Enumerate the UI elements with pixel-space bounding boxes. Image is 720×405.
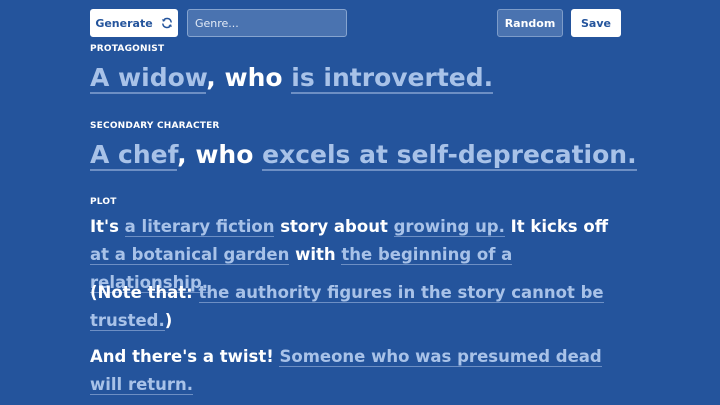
random-button[interactable]: Random	[497, 9, 563, 37]
plot-text: with	[289, 245, 342, 264]
plot-text: (Note that:	[90, 283, 199, 302]
plot-text: )	[164, 311, 173, 330]
protagonist-joiner: , who	[206, 63, 292, 92]
protagonist-who[interactable]: A widow	[90, 63, 207, 94]
story-generator-page: Generate Random Save PROTAGONIST A widow…	[0, 0, 720, 405]
secondary-who[interactable]: A chef	[90, 140, 178, 171]
genre-input[interactable]	[187, 9, 347, 37]
plot-paragraph-3: And there's a twist! Someone who was pre…	[90, 343, 630, 399]
protagonist-trait[interactable]: is introverted.	[291, 63, 494, 94]
secondary-character-label: SECONDARY CHARACTER	[90, 121, 220, 131]
plot-text: story about	[274, 217, 394, 236]
secondary-character-line: A chef, who excels at self-deprecation.	[90, 140, 637, 171]
plot-setting[interactable]: at a botanical garden	[90, 245, 290, 265]
protagonist-line: A widow, who is introverted.	[90, 63, 494, 94]
random-label: Random	[504, 16, 556, 30]
protagonist-label: PROTAGONIST	[90, 44, 165, 54]
plot-text: It kicks off	[504, 217, 609, 236]
plot-text: And there's a twist!	[90, 347, 280, 366]
plot-text: It's	[90, 217, 125, 236]
secondary-joiner: , who	[177, 140, 263, 169]
toolbar: Generate Random Save	[90, 9, 621, 37]
generate-label: Generate	[95, 16, 153, 30]
save-label: Save	[581, 16, 611, 30]
plot-genre[interactable]: a literary fiction	[124, 217, 275, 237]
plot-paragraph-2: (Note that: the authority figures in the…	[90, 279, 630, 335]
save-button[interactable]: Save	[571, 9, 621, 37]
generate-button[interactable]: Generate	[90, 9, 178, 37]
refresh-icon	[161, 17, 172, 29]
plot-label: PLOT	[90, 197, 117, 207]
secondary-trait[interactable]: excels at self-deprecation.	[262, 140, 637, 171]
plot-theme[interactable]: growing up.	[393, 217, 505, 237]
